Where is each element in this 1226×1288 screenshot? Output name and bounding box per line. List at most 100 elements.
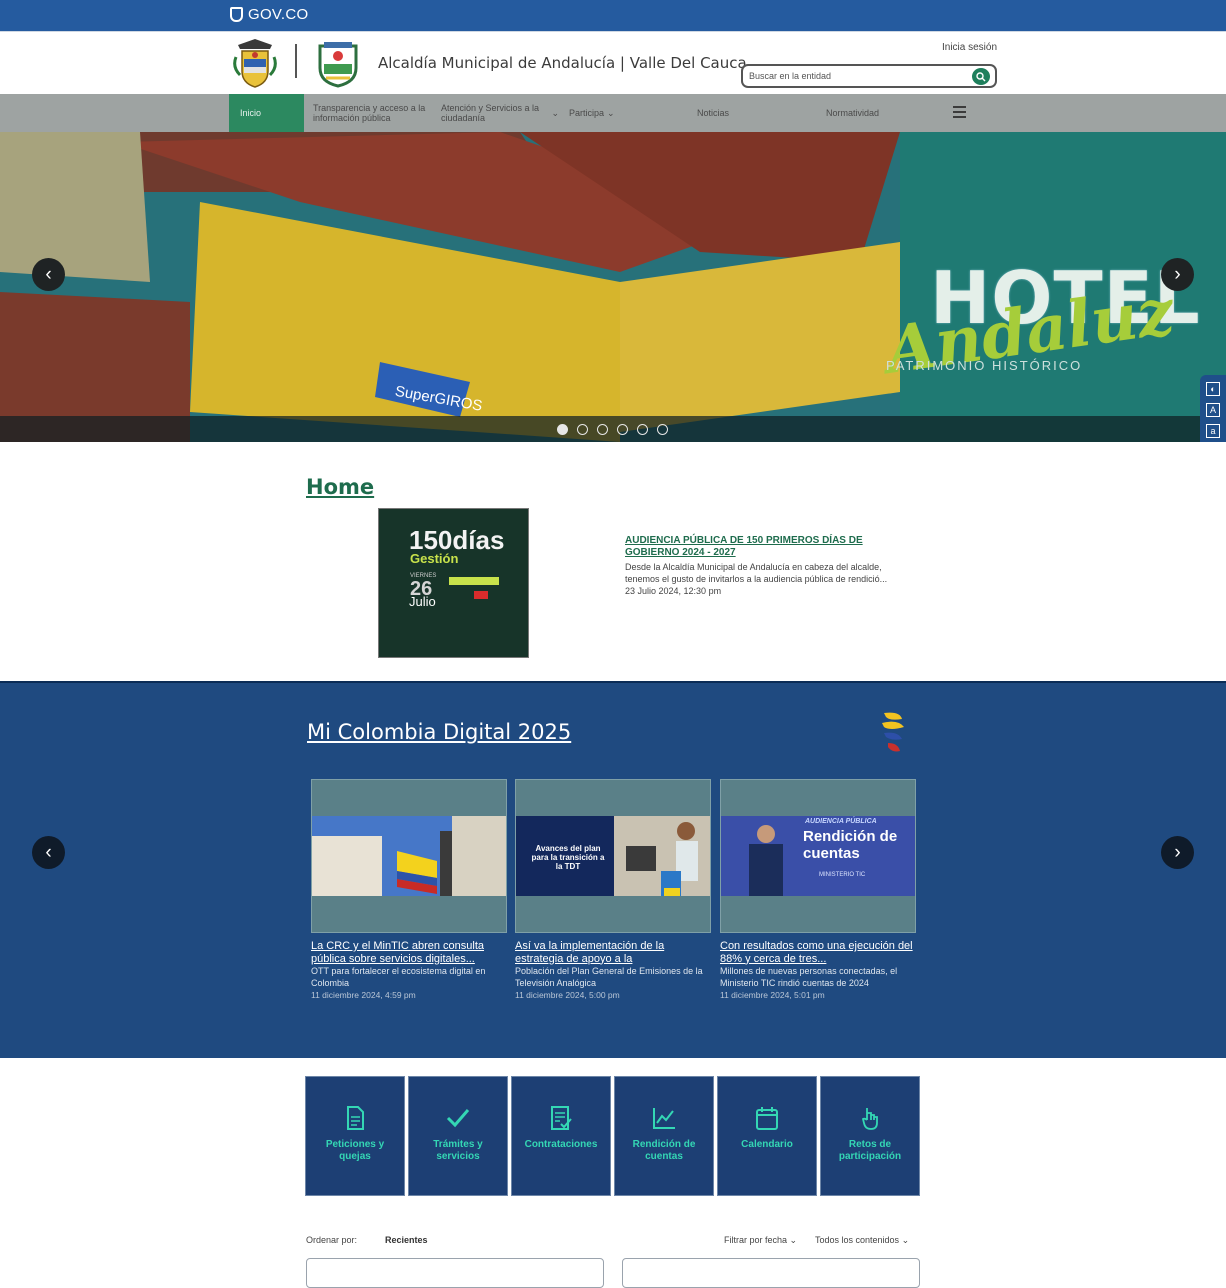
hero-dot-6[interactable] <box>656 423 668 435</box>
govco-bar: GOV.CO <box>0 0 1226 31</box>
chevron-down-icon: ⌄ <box>551 108 559 118</box>
hero-pagination <box>0 416 1226 442</box>
card-description: OTT para fortalecer el ecosistema digita… <box>311 966 486 988</box>
nav-item-participa[interactable]: Participa ⌄ <box>569 94 615 132</box>
home-heading[interactable]: Home <box>306 475 374 499</box>
tile-rendicion[interactable]: Rendición de cuentas <box>614 1076 714 1196</box>
digital-section: Mi Colombia Digital 2025 ‹ › La CRC y el… <box>0 681 1226 1058</box>
card-image-text: AUDIENCIA PÚBLICA <box>805 818 877 825</box>
chevron-down-icon: ⌄ <box>789 1235 798 1245</box>
card-title[interactable]: Con resultados como una ejecución del 88… <box>720 940 916 965</box>
digital-card[interactable]: La CRC y el MinTIC abren consulta públic… <box>311 779 507 1000</box>
tile-label: Retos de participación <box>838 1139 902 1162</box>
search-icon <box>976 71 986 81</box>
service-tiles: Peticiones y quejas Trámites y servicios… <box>305 1076 920 1196</box>
tile-label: Trámites y servicios <box>433 1139 483 1162</box>
nav-item-normatividad[interactable]: Normatividad <box>826 94 879 132</box>
tile-peticiones[interactable]: Peticiones y quejas <box>305 1076 405 1196</box>
contract-icon <box>551 1106 572 1130</box>
hero-dot-5[interactable] <box>636 423 648 435</box>
contrast-icon[interactable]: ◐ <box>1206 382 1220 396</box>
card-photo-building-flag <box>312 816 506 896</box>
govco-logo-text: GOV.CO <box>248 6 309 23</box>
colombia-coat-of-arms-icon <box>233 39 277 88</box>
digital-heading[interactable]: Mi Colombia Digital 2025 <box>307 720 571 744</box>
date-filter-dropdown[interactable]: Filtrar por fecha ⌄ <box>724 1235 797 1246</box>
home-section: Home 150días Gestión VIERNES 26 Julio AU… <box>0 442 1226 681</box>
govco-shield-icon <box>230 7 243 22</box>
tile-label: Rendición de cuentas <box>632 1139 696 1162</box>
card-image: Avances del plan para la transición a la… <box>515 779 711 933</box>
govco-logo[interactable]: GOV.CO <box>230 6 308 23</box>
content-filter-dropdown[interactable]: Todos los contenidos ⌄ <box>815 1235 909 1246</box>
hero-next-button[interactable]: › <box>1161 258 1194 291</box>
nav-item-atencion-label: Atención y Servicios a la ciudadanía <box>441 103 540 123</box>
news-thumbnail[interactable]: 150días Gestión VIERNES 26 Julio <box>378 508 529 658</box>
sort-value[interactable]: Recientes <box>385 1235 428 1245</box>
site-header: Alcaldía Municipal de Andalucía | Valle … <box>0 31 1226 94</box>
card-description: Población del Plan General de Emisiones … <box>515 966 703 988</box>
colombia-ribbon-icon <box>882 712 904 752</box>
tile-tramites[interactable]: Trámites y servicios <box>408 1076 508 1196</box>
chevron-left-icon: ‹ <box>45 841 52 863</box>
digital-prev-button[interactable]: ‹ <box>32 836 65 869</box>
document-icon <box>347 1106 364 1130</box>
chart-icon <box>653 1108 675 1129</box>
digital-next-button[interactable]: › <box>1161 836 1194 869</box>
chevron-right-icon: › <box>1174 263 1181 285</box>
chevron-down-icon: ⌄ <box>607 108 615 118</box>
search-button[interactable] <box>972 68 990 85</box>
digital-card[interactable]: AUDIENCIA PÚBLICA Rendición de cuentas M… <box>720 779 916 1000</box>
content-card[interactable] <box>306 1258 604 1288</box>
card-date: 11 diciembre 2024, 4:59 pm <box>311 990 416 1000</box>
search-input[interactable] <box>743 66 963 86</box>
digital-card[interactable]: Avances del plan para la transición a la… <box>515 779 711 1000</box>
hero-subtitle: PATRIMONIO HISTÓRICO <box>886 358 1083 373</box>
tile-calendario[interactable]: Calendario <box>717 1076 817 1196</box>
hero-dot-4[interactable] <box>616 423 628 435</box>
tile-label: Peticiones y quejas <box>325 1139 385 1162</box>
tile-label: Contrataciones <box>524 1139 598 1150</box>
calendar-icon <box>756 1107 778 1130</box>
tile-label: Calendario <box>741 1139 793 1150</box>
thumb-gestion: Gestión <box>410 551 459 566</box>
thumb-banner <box>449 577 499 585</box>
hero-carousel: SuperGIROS HOTEL Andaluz PATRIMONIO HIST… <box>0 132 1226 442</box>
font-decrease-icon[interactable]: a <box>1206 424 1220 438</box>
card-image-caption: MINISTERIO TIC <box>819 872 866 878</box>
nav-item-inicio[interactable]: Inicio <box>229 94 304 132</box>
card-image-text: Avances del plan para la transición a la… <box>531 844 605 871</box>
news-title[interactable]: AUDIENCIA PÚBLICA DE 150 PRIMEROS DÍAS D… <box>625 535 915 559</box>
content-card[interactable] <box>622 1258 920 1288</box>
entity-name[interactable]: Alcaldía Municipal de Andalucía | Valle … <box>378 54 747 72</box>
accessibility-toolbar: ◐ A a ▤ <box>1200 375 1226 442</box>
card-description: Millones de nuevas personas conectadas, … <box>720 966 898 988</box>
card-image <box>311 779 507 933</box>
nav-item-participa-label: Participa <box>569 108 605 118</box>
font-increase-icon[interactable]: A <box>1206 403 1220 417</box>
live-badge-icon <box>474 591 488 599</box>
hero-dot-3[interactable] <box>596 423 608 435</box>
hamburger-menu-icon[interactable] <box>953 106 966 121</box>
thumb-month: Julio <box>409 594 436 609</box>
date-filter-label: Filtrar por fecha <box>724 1235 788 1245</box>
card-title[interactable]: Así va la implementación de la estrategi… <box>515 940 711 965</box>
hero-dot-1[interactable] <box>556 423 568 435</box>
nav-item-transparencia[interactable]: Transparencia y acceso a la información … <box>313 94 428 132</box>
tile-retos[interactable]: Retos de participación <box>820 1076 920 1196</box>
hero-dot-2[interactable] <box>576 423 588 435</box>
tile-contrataciones[interactable]: Contrataciones <box>511 1076 611 1196</box>
content-filter-label: Todos los contenidos <box>815 1235 900 1245</box>
nav-item-noticias[interactable]: Noticias <box>697 94 729 132</box>
news-date: 23 Julio 2024, 12:30 pm <box>625 586 722 596</box>
nav-item-atencion[interactable]: Atención y Servicios a la ciudadanía ⌄ <box>441 94 559 132</box>
logo-separator <box>295 44 297 78</box>
chevron-down-icon: ⌄ <box>901 1235 910 1245</box>
check-icon <box>446 1109 470 1128</box>
search-box <box>741 64 997 88</box>
chevron-left-icon: ‹ <box>45 263 52 285</box>
hero-prev-button[interactable]: ‹ <box>32 258 65 291</box>
card-title[interactable]: La CRC y el MinTIC abren consulta públic… <box>311 940 507 965</box>
login-link[interactable]: Inicia sesión <box>942 42 997 53</box>
news-description: Desde la Alcaldía Municipal de Andalucía… <box>625 562 888 584</box>
